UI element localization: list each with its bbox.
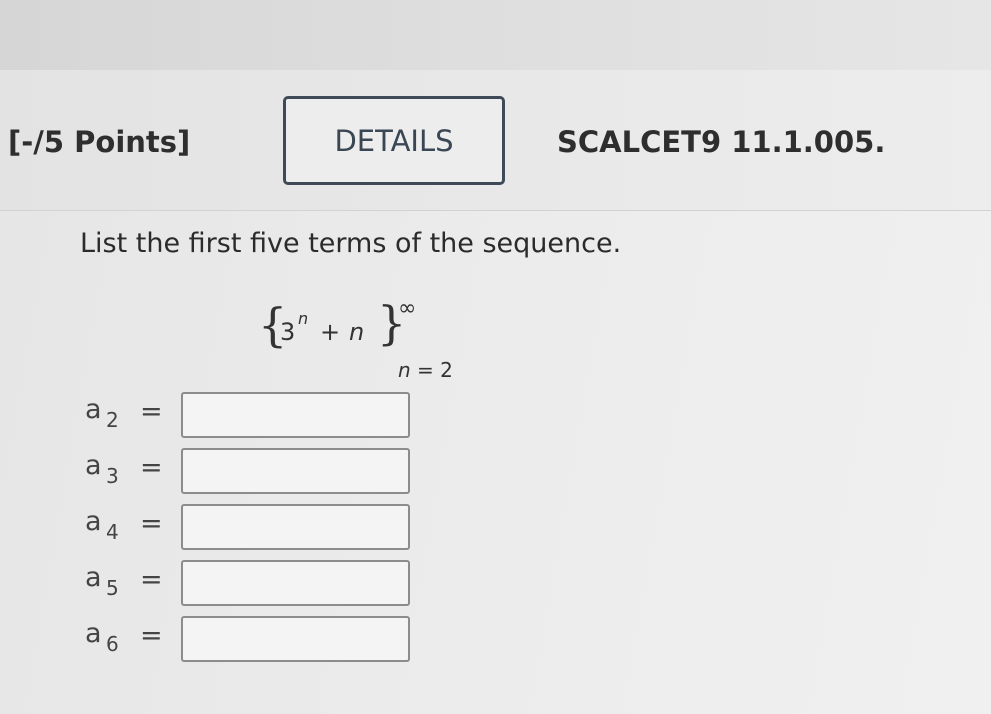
answer-row: a 5 = [0,560,991,610]
answer-input-a4[interactable] [181,504,410,550]
formula-exponent: n [298,309,309,328]
equals-sign: = [140,620,163,651]
details-button[interactable]: DETAILS [283,96,505,185]
term-subscript: 3 [106,464,119,488]
top-strip [0,0,991,71]
term-subscript: 6 [106,632,119,656]
answer-input-a3[interactable] [181,448,410,494]
term-label: a [85,618,102,649]
term-label: a [85,450,102,481]
term-subscript: 4 [106,520,119,544]
formula-operator: + [320,318,341,346]
term-label: a [85,562,102,593]
term-subscript: 5 [106,576,119,600]
formula-variable: n [349,318,365,346]
lower-limit-value: = 2 [410,358,453,382]
answer-row: a 2 = [0,392,991,442]
equals-sign: = [140,564,163,595]
question-instructions: List the first five terms of the sequenc… [80,228,622,259]
answer-row: a 6 = [0,616,991,666]
lower-limit-var: n [398,358,411,382]
formula-base: 3 [280,318,296,346]
equals-sign: = [140,508,163,539]
problem-id: SCALCET9 11.1.005. [557,125,886,159]
answer-row: a 3 = [0,448,991,498]
equals-sign: = [140,396,163,427]
formula-lower-limit: n = 2 [398,358,453,382]
answer-row: a 4 = [0,504,991,554]
term-subscript: 2 [106,408,119,432]
answer-input-a5[interactable] [181,560,410,606]
points-label: [-/5 Points] [8,125,191,159]
equals-sign: = [140,452,163,483]
term-label: a [85,394,102,425]
answer-input-a2[interactable] [181,392,410,438]
term-label: a [85,506,102,537]
answer-input-a6[interactable] [181,616,410,662]
formula-upper-limit: ∞ [398,296,417,321]
